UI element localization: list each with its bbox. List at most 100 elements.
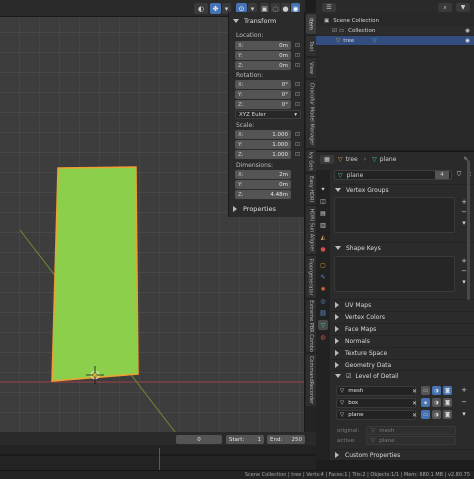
normals-header[interactable]: Normals (332, 335, 474, 346)
view-layer-tab-icon[interactable]: ▥ (318, 220, 328, 230)
rotation-x-field[interactable]: X: 0° (235, 80, 291, 89)
lod-render-icon[interactable]: ◙ (443, 386, 452, 395)
fake-user-icon[interactable]: ⛉ (455, 170, 463, 180)
start-frame-field[interactable]: Start: 1 (226, 435, 264, 444)
tab-chocofur-model-manager[interactable]: Chocofur Model Manager (306, 80, 316, 148)
lod-remove-plane-icon[interactable]: ✕ (411, 410, 418, 420)
world-tab-icon[interactable]: ● (318, 244, 328, 254)
vertex-groups-header[interactable]: Vertex Groups (332, 184, 474, 195)
properties-scrollbar[interactable] (467, 160, 470, 300)
face-maps-header[interactable]: Face Maps (332, 323, 474, 334)
tab-tool[interactable]: Tool (306, 36, 316, 56)
checkbox-icon[interactable]: ☑ (346, 373, 351, 380)
lod-render-icon[interactable]: ◙ (443, 410, 452, 419)
remove-lod-button[interactable]: − (460, 398, 468, 406)
mesh-data-tab-icon[interactable]: ▽ (318, 320, 328, 330)
object-tab-icon[interactable]: ▢ (318, 260, 328, 270)
tab-extreme-pbr-combo[interactable]: Extreme PBR Combo (306, 300, 316, 352)
location-x-field[interactable]: X: 0m (235, 41, 291, 50)
gizmo-toggle[interactable]: ✥ (210, 3, 221, 14)
location-y-field[interactable]: Y: 0m (235, 51, 291, 60)
lod-remove-box-icon[interactable]: ✕ (411, 398, 418, 408)
mesh-datablock-selector[interactable]: ▽ plane 4 (334, 170, 452, 180)
tab-hdri-sun-aligner[interactable]: HDRI Sun Aligner (306, 206, 316, 254)
3d-viewport[interactable]: ◐ ✥ ▾ ⊙ ▾ ▣ ◌ ● ◉ Transform Location: X:… (0, 0, 305, 432)
shape-keys-header[interactable]: Shape Keys (332, 242, 474, 253)
dimensions-x-field[interactable]: X: 2m (235, 170, 291, 179)
vertex-groups-list[interactable] (334, 197, 455, 233)
material-tab-icon[interactable]: ◍ (318, 332, 328, 342)
scale-z-field[interactable]: Z: 1.000 (235, 150, 291, 159)
particles-tab-icon[interactable]: ✺ (318, 284, 328, 294)
modifier-tab-icon[interactable]: ✎ (318, 272, 328, 282)
lock-icon[interactable]: ⊡ (294, 91, 301, 98)
lock-icon[interactable]: ⊡ (294, 141, 301, 148)
end-frame-field[interactable]: End: 250 (267, 435, 305, 444)
scale-x-field[interactable]: X: 1.000 (235, 130, 291, 139)
lock-icon[interactable]: ⊡ (294, 62, 301, 69)
current-frame-field[interactable]: 0 (176, 435, 222, 444)
outliner-row-scene-collection[interactable]: ▣ Scene Collection (316, 16, 474, 25)
texture-space-header[interactable]: Texture Space (332, 347, 474, 358)
lod-display-icon[interactable]: ▭ (421, 386, 430, 395)
tab-commandrecorder[interactable]: CommandRecorder (306, 354, 316, 406)
lod-viewport-icon[interactable]: ◑ (432, 410, 441, 419)
vertex-colors-header[interactable]: Vertex Colors (332, 311, 474, 322)
outliner-row-tree[interactable]: ▽ tree ▽ ◉ (316, 36, 474, 45)
constraints-tab-icon[interactable]: ⛓ (318, 308, 328, 318)
timeline-scrubber-track[interactable] (0, 454, 316, 456)
active-field[interactable]: ▽ plane (366, 436, 456, 445)
rotation-y-field[interactable]: Y: 0° (235, 90, 291, 99)
uv-maps-header[interactable]: UV Maps (332, 299, 474, 310)
transform-panel-header[interactable]: Transform (229, 15, 305, 27)
filter-button[interactable]: ▼ (456, 3, 470, 12)
editor-type-dropdown[interactable]: ▦ (320, 155, 334, 164)
geometry-data-header[interactable]: Geometry Data (332, 359, 474, 370)
output-tab-icon[interactable]: ▤ (318, 208, 328, 218)
lod-display-icon[interactable]: ◈ (421, 398, 430, 407)
lod-display-icon[interactable]: ▭ (421, 410, 430, 419)
display-filter-dropdown[interactable]: ⌕ (438, 3, 452, 12)
shape-keys-list[interactable] (334, 256, 455, 292)
lod-item-box[interactable]: ▽ box (336, 398, 416, 408)
lock-icon[interactable]: ⊡ (294, 131, 301, 138)
add-lod-button[interactable]: + (460, 386, 468, 394)
lod-item-mesh[interactable]: ▽ mesh (336, 386, 416, 396)
viewport-shading-dropdown[interactable]: ◐ (194, 3, 208, 14)
tab-floorgenerator[interactable]: Floorgenerator (306, 256, 316, 298)
lock-icon[interactable]: ⊡ (294, 101, 301, 108)
physics-tab-icon[interactable]: ◎ (318, 296, 328, 306)
lod-item-plane[interactable]: ▽ plane (336, 410, 416, 420)
tab-view[interactable]: View (306, 58, 316, 78)
eye-icon[interactable]: ◉ (465, 38, 470, 44)
lod-viewport-icon[interactable]: ◑ (432, 398, 441, 407)
user-count[interactable]: 4 (435, 171, 449, 179)
lock-icon[interactable]: ⊡ (294, 52, 301, 59)
lock-icon[interactable]: ⊡ (294, 81, 301, 88)
properties-panel-header[interactable]: Properties (229, 203, 305, 215)
outliner-row-collection[interactable]: ☑ ▭ Collection ◉ (316, 26, 474, 35)
lod-menu-icon[interactable]: ▾ (460, 410, 468, 418)
scene-tab-icon[interactable]: ◭ (318, 232, 328, 242)
tab-item[interactable]: Item (306, 14, 316, 34)
original-field[interactable]: ▽ mesh (366, 426, 456, 435)
level-of-detail-header[interactable]: ☑ Level of Detail (332, 370, 474, 381)
custom-properties-header[interactable]: Custom Properties (332, 449, 474, 460)
plane-mesh[interactable] (51, 166, 139, 382)
dimensions-z-field[interactable]: Z: 4.48m (235, 190, 291, 199)
tool-tab-icon[interactable]: ✦ (318, 184, 328, 194)
lock-icon[interactable]: ⊡ (294, 42, 301, 49)
rotation-z-field[interactable]: Z: 0° (235, 100, 291, 109)
editor-type-dropdown[interactable]: ☰ (322, 3, 336, 12)
lod-viewport-icon[interactable]: ◑ (432, 386, 441, 395)
lod-render-icon[interactable]: ◙ (443, 398, 452, 407)
tab-easy-hdri[interactable]: Easy HDRI (306, 174, 316, 204)
tab-ivy-gen[interactable]: Ivy Gen (306, 150, 316, 172)
location-z-field[interactable]: Z: 0m (235, 61, 291, 70)
scale-y-field[interactable]: Y: 1.000 (235, 140, 291, 149)
dimensions-y-field[interactable]: Y: 0m (235, 180, 291, 189)
rotation-mode-dropdown[interactable]: XYZ Euler ▾ (235, 110, 301, 119)
lod-remove-mesh-icon[interactable]: ✕ (411, 386, 418, 396)
eye-icon[interactable]: ◉ (465, 28, 470, 34)
lock-icon[interactable]: ⊡ (294, 151, 301, 158)
